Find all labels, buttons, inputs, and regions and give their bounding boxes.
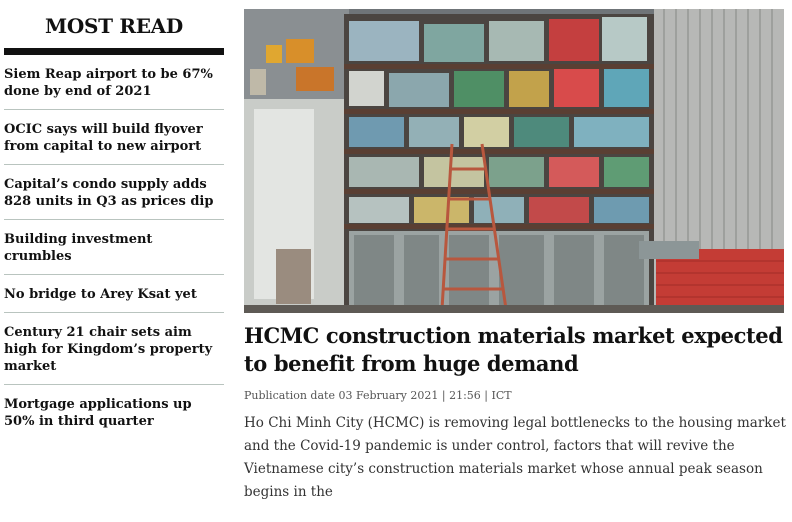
most-read-link-condo-supply[interactable]: Capital’s condo supply adds 828 units in… [4,165,224,220]
most-read-link-building-investment[interactable]: Building investment crumbles [4,220,224,275]
most-read-link-mortgage-applications[interactable]: Mortgage applications up 50% in third qu… [4,385,224,439]
most-read-divider [4,48,224,55]
most-read-title: MOST READ [45,14,183,38]
most-read-list: Siem Reap airport to be 67% done by end … [4,55,224,439]
article-lede: Ho Chi Minh City (HCMC) is removing lega… [244,415,786,500]
article-headline[interactable]: HCMC construction materials market expec… [244,322,789,378]
most-read-link-ocic-flyover[interactable]: OCIC says will build flyover from capita… [4,110,224,165]
steel-warehouse-photo [244,9,784,313]
most-read-link-siem-reap-airport[interactable]: Siem Reap airport to be 67% done by end … [4,55,224,110]
article-hero-image [244,9,784,313]
most-read-link-century-21[interactable]: Century 21 chair sets aim high for Kingd… [4,313,224,385]
most-read-sidebar: MOST READ Siem Reap airport to be 67% do… [4,10,224,439]
publication-date: Publication date 03 February 2021 | 21:5… [244,389,512,402]
most-read-link-arey-ksat-bridge[interactable]: No bridge to Arey Ksat yet [4,275,224,313]
